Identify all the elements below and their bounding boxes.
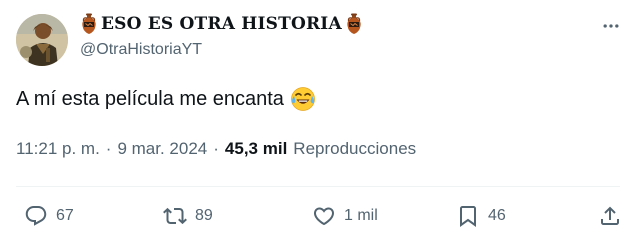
reply-button[interactable]: 67 xyxy=(24,202,74,230)
more-horizontal-icon xyxy=(603,24,619,28)
meta-separator: · xyxy=(213,139,219,158)
avatar-image xyxy=(16,14,68,66)
tweet-text-content: A mí esta película me encanta xyxy=(16,87,284,110)
amphora-icon xyxy=(345,13,363,35)
reply-icon xyxy=(25,206,47,226)
tweet-date[interactable]: 9 mar. 2024 xyxy=(117,139,207,159)
more-options-button[interactable] xyxy=(598,16,624,36)
retweet-count: 89 xyxy=(195,207,213,224)
tweet-metadata: 11:21 p. m. · 9 mar. 2024 · 45,3 mil Rep… xyxy=(16,139,416,159)
retweet-button[interactable]: 89 xyxy=(163,202,213,230)
views-label: Reproducciones xyxy=(293,139,417,158)
reply-count: 67 xyxy=(56,207,74,224)
heart-icon xyxy=(313,207,335,226)
share-button[interactable] xyxy=(598,202,622,230)
views-count: 45,3 mil xyxy=(224,139,288,158)
display-name-text: ESO ES OTRA HISTORIA xyxy=(101,14,342,34)
tweet-text: A mí esta película me encanta xyxy=(16,86,316,112)
tweet-time[interactable]: 11:21 p. m. xyxy=(16,139,100,159)
like-button[interactable]: 1 mil xyxy=(312,202,378,230)
bookmark-icon xyxy=(460,206,476,227)
bookmark-count: 46 xyxy=(488,207,506,224)
avatar[interactable] xyxy=(16,14,68,66)
share-icon xyxy=(601,206,619,225)
author-display-name[interactable]: ESO ES OTRA HISTORIA xyxy=(80,12,363,36)
retweet-icon xyxy=(163,207,187,225)
meta-separator: · xyxy=(105,139,112,158)
bookmark-button[interactable]: 46 xyxy=(456,202,506,230)
face-with-tears-of-joy-icon xyxy=(290,86,316,112)
tweet-card: ESO ES OTRA HISTORIA @OtraHistoriaYT A m… xyxy=(0,0,636,252)
amphora-icon xyxy=(80,13,98,35)
like-count: 1 mil xyxy=(344,207,378,224)
divider xyxy=(16,186,620,187)
author-handle[interactable]: @OtraHistoriaYT xyxy=(80,41,202,59)
